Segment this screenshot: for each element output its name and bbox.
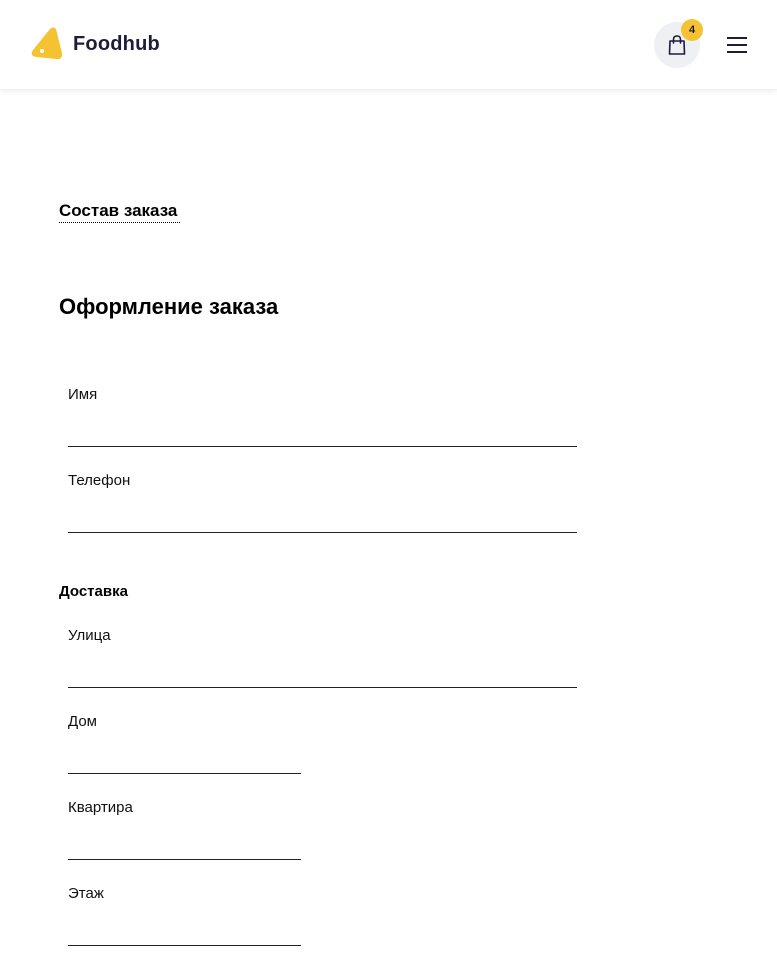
- floor-field: Этаж: [68, 884, 301, 946]
- apartment-field: Квартира: [68, 798, 301, 860]
- logo-link[interactable]: Foodhub: [30, 26, 160, 62]
- page-title: Оформление заказа: [59, 294, 279, 319]
- cart-count-badge: 4: [681, 19, 703, 41]
- order-summary-link[interactable]: Состав заказа: [59, 201, 181, 223]
- logo-icon: [31, 27, 63, 60]
- apartment-input[interactable]: [68, 832, 301, 860]
- floor-label: Этаж: [68, 885, 104, 902]
- shopping-bag-icon: [668, 35, 686, 55]
- house-field: Дом: [68, 712, 301, 774]
- street-label: Улица: [68, 627, 111, 644]
- name-field: Имя: [68, 385, 577, 447]
- phone-label: Телефон: [68, 472, 131, 489]
- hamburger-menu-icon: [727, 37, 747, 53]
- phone-field: Телефон: [68, 471, 577, 533]
- street-field: Улица: [68, 626, 577, 688]
- street-input[interactable]: [68, 660, 577, 688]
- phone-input[interactable]: [68, 505, 577, 533]
- house-label: Дом: [68, 713, 97, 730]
- apartment-label: Квартира: [68, 799, 133, 816]
- delivery-section-title: Доставка: [59, 583, 128, 600]
- name-label: Имя: [68, 386, 98, 403]
- site-header: Foodhub 4: [0, 0, 777, 90]
- logo-text: Foodhub: [73, 32, 160, 55]
- name-input[interactable]: [68, 419, 577, 447]
- floor-input[interactable]: [68, 918, 301, 946]
- house-input[interactable]: [68, 746, 301, 774]
- menu-button[interactable]: [724, 32, 750, 58]
